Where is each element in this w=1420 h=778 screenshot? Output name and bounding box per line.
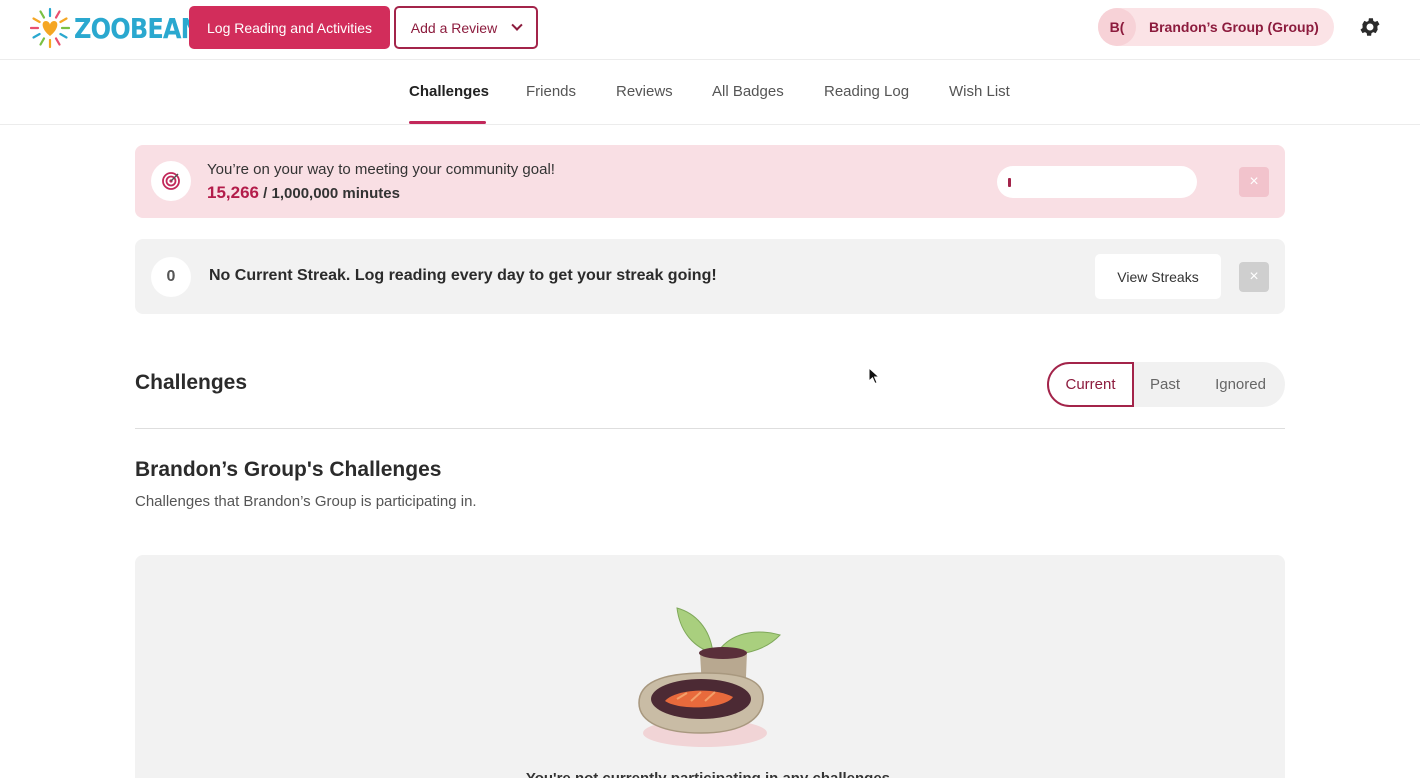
group-name: Brandon’s Group (Group) — [1149, 19, 1319, 35]
add-review-label: Add a Review — [410, 19, 498, 36]
view-streaks-button[interactable]: View Streaks — [1095, 254, 1221, 299]
log-reading-button[interactable]: Log Reading and Activities — [189, 6, 390, 49]
empty-challenges-message: You're not currently participating in an… — [135, 770, 1285, 778]
empty-challenges-panel: You're not currently participating in an… — [135, 555, 1285, 778]
group-challenges-title: Brandon’s Group's Challenges — [135, 458, 442, 481]
tab-friends[interactable]: Friends — [526, 83, 576, 100]
filter-past[interactable]: Past — [1134, 362, 1196, 407]
gear-icon[interactable] — [1358, 15, 1382, 39]
tab-wish-list[interactable]: Wish List — [949, 83, 1010, 100]
target-icon — [151, 161, 191, 201]
goal-current-value: 15,266 — [207, 183, 259, 202]
filter-ignored[interactable]: Ignored — [1196, 362, 1285, 407]
add-review-button[interactable]: Add a Review — [394, 6, 538, 49]
goal-progress-fill — [1008, 178, 1011, 187]
goal-message: You’re on your way to meeting your commu… — [207, 161, 555, 178]
avatar: B( — [1098, 8, 1136, 46]
sun-heart-logo-icon — [30, 7, 70, 49]
main-tabs: Challenges Friends Reviews All Badges Re… — [0, 60, 1420, 125]
group-challenges-subtitle: Challenges that Brandon’s Group is parti… — [135, 493, 477, 510]
section-divider — [135, 428, 1285, 429]
chevron-down-icon — [511, 19, 523, 31]
tab-all-badges[interactable]: All Badges — [712, 83, 784, 100]
streak-banner: 0 No Current Streak. Log reading every d… — [135, 239, 1285, 314]
plant-illustration-icon — [638, 607, 781, 747]
group-switcher[interactable]: B( Brandon’s Group (Group) — [1098, 8, 1334, 46]
top-bar: ZOOBEAN Log Reading and Activities Add a… — [0, 0, 1420, 60]
goal-progress-text: 15,266 / 1,000,000 minutes — [207, 183, 400, 203]
close-goal-button[interactable]: × — [1239, 167, 1269, 197]
active-tab-indicator — [409, 121, 486, 124]
streak-message: No Current Streak. Log reading every day… — [209, 267, 717, 284]
filter-current[interactable]: Current — [1047, 362, 1134, 407]
close-streak-button[interactable]: × — [1239, 262, 1269, 292]
community-goal-banner: You’re on your way to meeting your commu… — [135, 145, 1285, 218]
streak-count: 0 — [166, 268, 176, 285]
goal-total: / 1,000,000 minutes — [263, 185, 400, 202]
challenges-heading: Challenges — [135, 371, 248, 394]
challenge-filter: Current Past Ignored — [1047, 362, 1285, 407]
goal-progress-bar — [997, 166, 1197, 198]
tab-reviews[interactable]: Reviews — [616, 83, 673, 100]
logo-text: ZOOBEAN — [74, 11, 201, 45]
tab-challenges[interactable]: Challenges — [409, 83, 489, 100]
streak-count-badge: 0 — [151, 257, 191, 297]
tab-reading-log[interactable]: Reading Log — [824, 83, 909, 100]
mouse-cursor-icon — [868, 367, 880, 385]
